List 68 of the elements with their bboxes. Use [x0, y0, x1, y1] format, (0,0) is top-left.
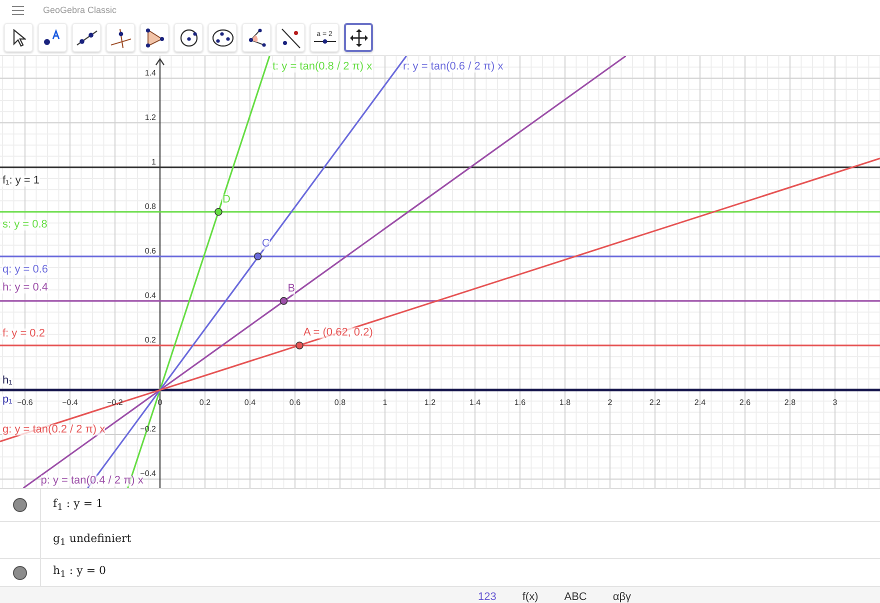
x-tick-label: −0.6	[17, 398, 33, 408]
circle-icon	[178, 28, 198, 48]
keyboard-tab[interactable]: ABC	[564, 590, 587, 602]
ellipse-icon	[212, 28, 234, 48]
y-tick-label: 1	[152, 157, 156, 166]
x-tick-label: 2.8	[784, 398, 796, 408]
line-label: h: y = 0.4	[2, 282, 48, 294]
menu-icon[interactable]	[12, 6, 24, 14]
x-tick-label: 3	[832, 398, 838, 408]
point-marker[interactable]	[280, 297, 288, 305]
point-marker[interactable]	[296, 342, 304, 350]
x-tick-label: 2	[608, 398, 612, 408]
line-label: s: y = 0.8	[2, 220, 48, 231]
x-tick-label: 1.4	[469, 398, 481, 408]
line-label: g: y = tan(0.2 / 2 π) x	[2, 424, 106, 436]
keyboard-tab[interactable]: f(x)	[522, 590, 538, 602]
cursor-icon	[12, 28, 26, 46]
visibility-toggle[interactable]	[13, 566, 27, 580]
x-tick-label: 2.6	[739, 398, 751, 408]
point-marker[interactable]	[214, 208, 222, 216]
x-tick-label: 0.2	[199, 398, 211, 408]
line-icon	[76, 28, 98, 46]
graph-line[interactable]	[0, 158, 880, 442]
y-tick-label: −0.4	[140, 469, 156, 478]
point-label: D	[222, 194, 230, 206]
x-tick-label: −0.4	[62, 398, 78, 408]
x-tick-label: 0.4	[244, 398, 256, 408]
x-tick-label: 1.6	[514, 398, 526, 408]
perpendicular-lines-icon	[110, 28, 132, 48]
y-tick-label: 0.6	[144, 246, 156, 256]
line-label: p: y = tan(0.4 / 2 π) x	[40, 476, 144, 487]
keyboard-tab[interactable]: αβγ	[612, 590, 632, 602]
x-tick-label: 1.8	[559, 398, 571, 408]
app-title: GeoGebra Classic	[43, 5, 117, 15]
x-tick-label: 1	[382, 398, 388, 408]
x-tick-label: 1.2	[424, 398, 436, 408]
x-tick-label: 0.8	[334, 398, 346, 408]
x-tick-label: 0.6	[289, 398, 301, 408]
four-arrows-icon	[350, 28, 368, 46]
line-label: f: y = 0.2	[2, 328, 45, 340]
visibility-toggle[interactable]	[13, 498, 27, 512]
keyboard-tab[interactable]: 123	[478, 590, 496, 602]
line-label: q: y = 0.6	[2, 264, 48, 276]
algebra-entry[interactable]: h$_{1}$ : y = 0	[41, 564, 106, 581]
y-tick-label: 1.2	[144, 112, 156, 122]
line-label: r: y = tan(0.6 / 2 π) x	[402, 62, 504, 73]
tool-button[interactable]	[344, 23, 373, 52]
x-tick-label: 2.4	[694, 398, 706, 408]
axis-label: p₁	[2, 394, 12, 406]
y-tick-label: 0.2	[144, 335, 156, 344]
point-label: B	[288, 283, 296, 294]
y-tick-label: 0.8	[144, 202, 156, 211]
graph-line[interactable]	[0, 388, 880, 392]
line-label: h₁	[2, 376, 12, 387]
angle-icon	[246, 28, 266, 48]
point-label: C	[262, 238, 270, 250]
x-tick-label: 2.2	[649, 398, 661, 408]
reflect-line-icon	[280, 26, 302, 48]
graph-line[interactable]	[0, 166, 880, 168]
triangle-icon	[144, 28, 164, 48]
line-label: f₁: y = 1	[2, 175, 40, 186]
y-tick-label: 0.4	[144, 290, 156, 300]
algebra-entry[interactable]: f$_{1}$ : y = 1	[41, 496, 104, 514]
line-label: t: y = tan(0.8 / 2 π) x	[272, 62, 372, 73]
algebra-entry[interactable]: g$_{1}$ undefiniert	[41, 532, 132, 548]
y-tick-label: 1.4	[144, 68, 156, 78]
point-label: A = (0.62, 0.2)	[303, 328, 373, 339]
point-marker[interactable]	[254, 252, 262, 260]
